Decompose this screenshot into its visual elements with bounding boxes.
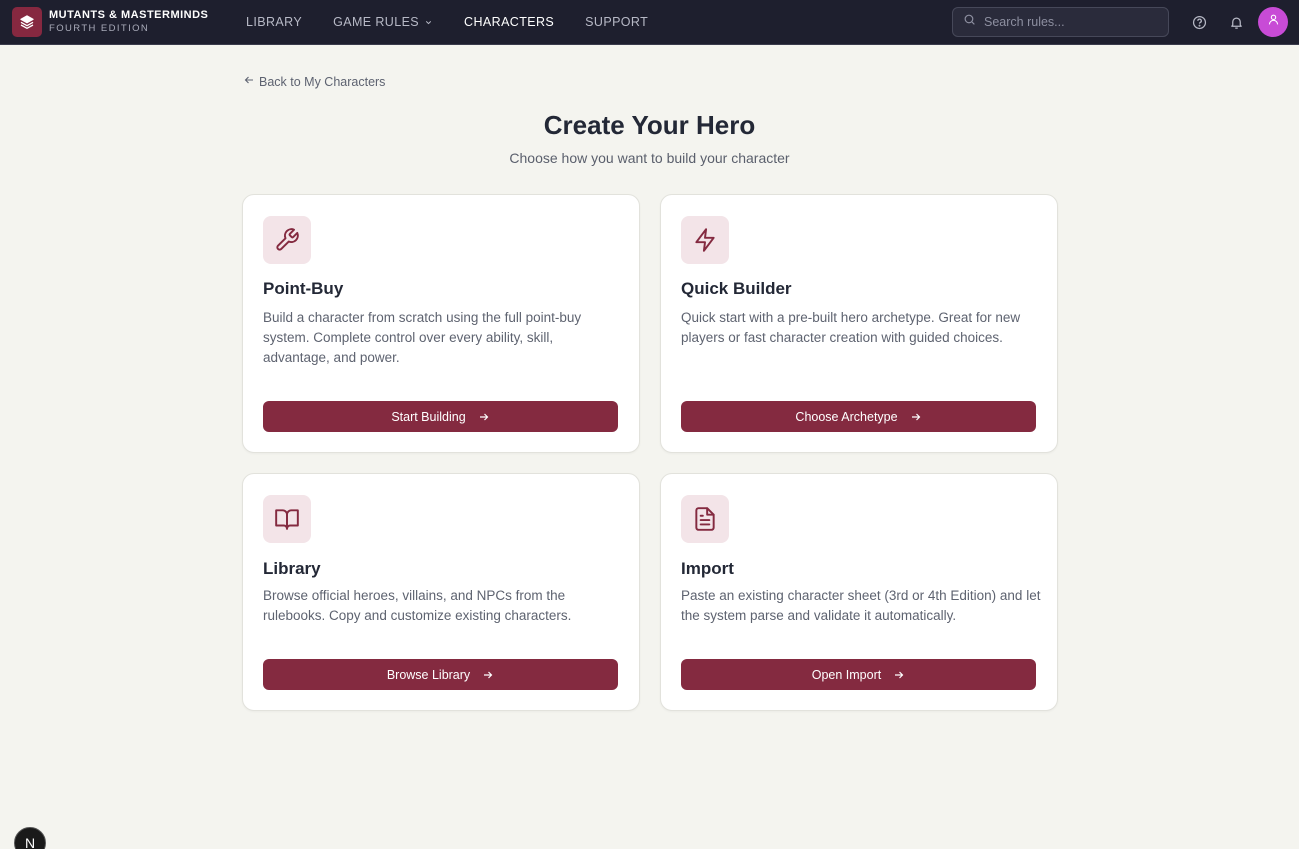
brand-title: MUTANTS & MASTERMINDS xyxy=(49,9,209,22)
browse-library-button[interactable]: Browse Library xyxy=(263,659,618,690)
search-box[interactable] xyxy=(952,7,1169,37)
badge-letter: N xyxy=(24,835,36,849)
nav-item-characters[interactable]: CHARACTERS xyxy=(464,15,554,29)
top-navbar: MUTANTS & MASTERMINDS FOURTH EDITION LIB… xyxy=(0,0,1299,45)
back-to-characters-link[interactable]: Back to My Characters xyxy=(243,74,385,89)
brand-subtitle: FOURTH EDITION xyxy=(49,23,150,35)
open-import-button[interactable]: Open Import xyxy=(681,659,1036,690)
arrow-right-icon xyxy=(478,411,490,423)
option-card-point-buy: Point-Buy Build a character from scratch… xyxy=(242,194,640,453)
button-label: Choose Archetype xyxy=(795,409,898,424)
user-icon xyxy=(1267,13,1280,31)
option-card-import: Import Paste an existing character sheet… xyxy=(660,473,1058,711)
layers-icon xyxy=(12,7,42,37)
button-label: Start Building xyxy=(391,409,466,424)
arrow-right-icon xyxy=(893,669,905,681)
button-label: Browse Library xyxy=(386,667,471,682)
bell-icon[interactable] xyxy=(1226,12,1246,32)
card-title: Quick Builder xyxy=(681,279,792,298)
option-card-quick-builder: Quick Builder Quick start with a pre-bui… xyxy=(660,194,1058,453)
nav-item-game-rules[interactable]: GAME RULES xyxy=(333,15,433,29)
wrench-icon xyxy=(263,216,311,264)
choose-archetype-button[interactable]: Choose Archetype xyxy=(681,401,1036,432)
nav-item-label: GAME RULES xyxy=(333,15,420,29)
page-subtitle: Choose how you want to build your charac… xyxy=(509,150,790,166)
arrow-right-icon xyxy=(910,411,922,423)
help-icon[interactable] xyxy=(1189,12,1209,32)
floating-badge-button[interactable]: N xyxy=(14,827,46,849)
search-input[interactable] xyxy=(984,15,1154,29)
card-title: Point-Buy xyxy=(263,279,344,298)
nav-item-label: SUPPORT xyxy=(585,15,649,29)
card-description: Quick start with a pre-built hero archet… xyxy=(681,310,1021,345)
card-description: Browse official heroes, villains, and NP… xyxy=(263,588,572,623)
search-icon xyxy=(963,13,976,31)
arrow-left-icon xyxy=(243,74,255,89)
chevron-down-icon xyxy=(424,18,433,27)
avatar[interactable] xyxy=(1258,7,1288,37)
document-icon xyxy=(681,495,729,543)
option-card-library: Library Browse official heroes, villains… xyxy=(242,473,640,711)
card-title: Library xyxy=(263,559,321,578)
button-label: Open Import xyxy=(811,667,882,682)
nav-item-library[interactable]: LIBRARY xyxy=(246,15,302,29)
book-icon xyxy=(263,495,311,543)
card-description: Paste an existing character sheet (3rd o… xyxy=(681,588,1041,623)
nav-item-label: LIBRARY xyxy=(246,15,303,29)
back-link-label: Back to My Characters xyxy=(259,74,386,89)
brand[interactable]: MUTANTS & MASTERMINDS FOURTH EDITION xyxy=(12,7,232,37)
page-title: Create Your Hero xyxy=(543,110,756,140)
nav-item-support[interactable]: SUPPORT xyxy=(585,15,648,29)
card-description: Build a character from scratch using the… xyxy=(263,310,582,365)
card-title: Import xyxy=(681,559,734,578)
lightning-icon xyxy=(681,216,729,264)
start-building-button[interactable]: Start Building xyxy=(263,401,618,432)
main-nav: LIBRARY GAME RULES CHARACTERS SUPPORT xyxy=(246,15,679,29)
nav-item-label: CHARACTERS xyxy=(464,15,555,29)
arrow-right-icon xyxy=(482,669,494,681)
